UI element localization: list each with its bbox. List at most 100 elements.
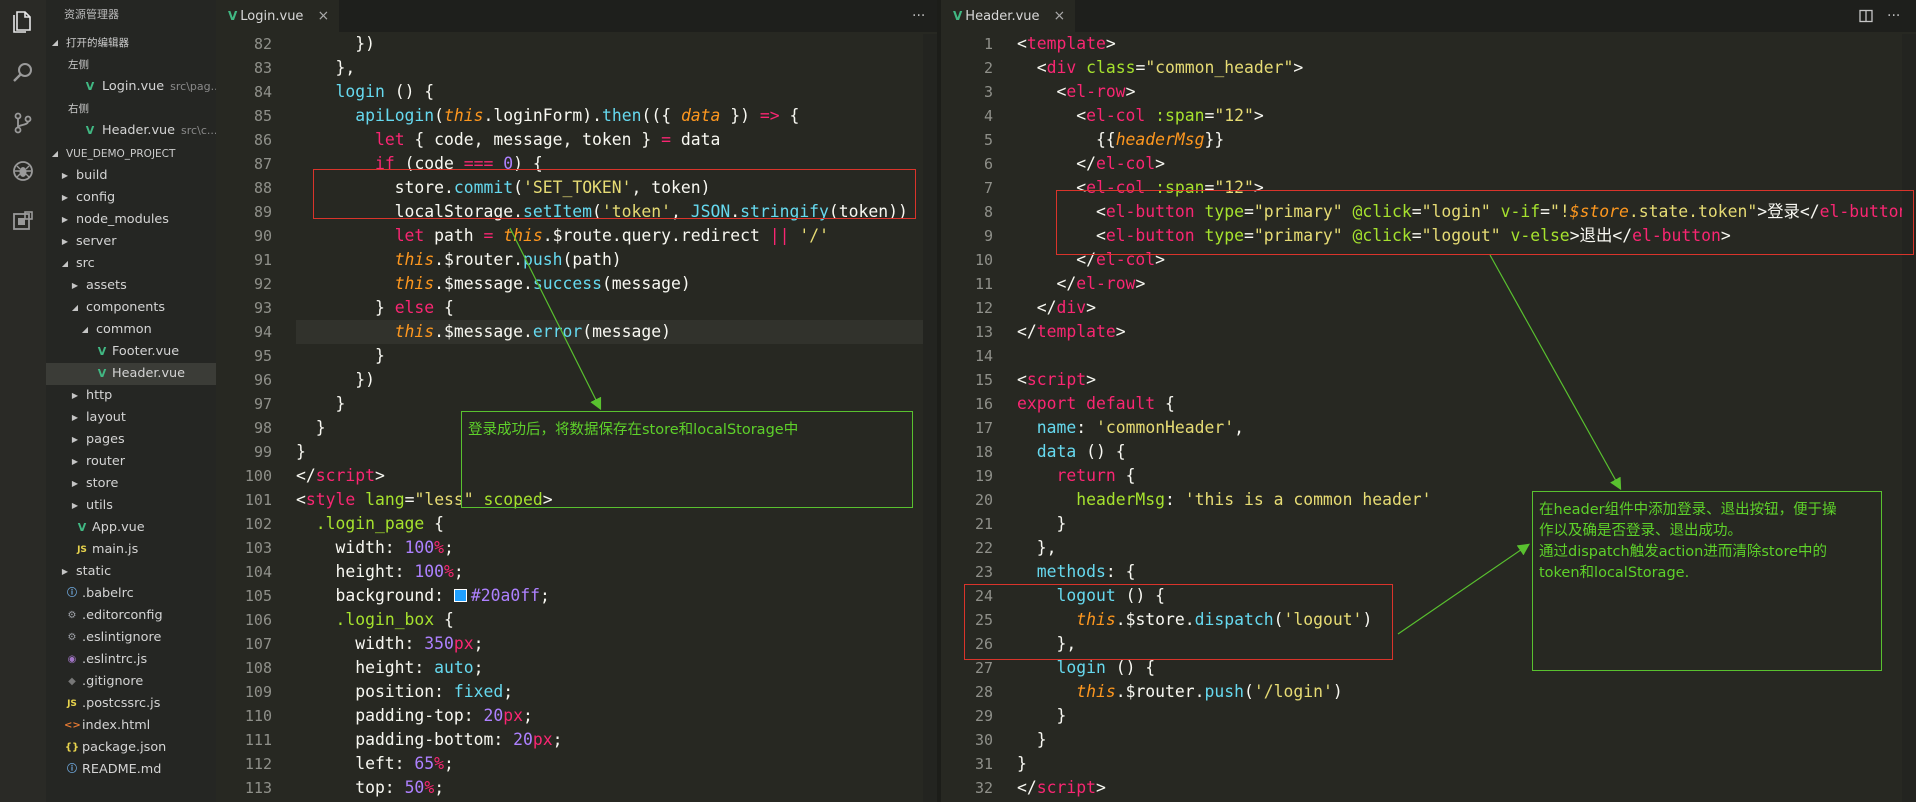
highlight-box-logout-method [964, 584, 1393, 660]
right-code-editor[interactable]: 1 <template> 2 <div class="common_header">… [941, 32, 1916, 802]
close-icon[interactable]: × [317, 8, 329, 24]
code-line: padding-top: 20px; [296, 706, 533, 725]
open-editor-login[interactable]: V Login.vuesrc\pag... [46, 76, 216, 98]
line-number: 102 [244, 515, 272, 533]
code-line: <script> [1017, 370, 1096, 389]
tree-item[interactable]: JS .postcssrc.js [46, 693, 216, 715]
tree-item[interactable]: ▶ layout [46, 407, 216, 429]
line-number: 111 [244, 731, 272, 749]
line-number: 1 [983, 35, 993, 53]
tree-item-label: Header.vue [112, 366, 186, 381]
tree-item[interactable]: ⓘ .babelrc [46, 583, 216, 605]
tree-item[interactable]: {} package.json [46, 737, 216, 759]
code-line: }) [296, 370, 375, 389]
tree-item[interactable]: ◢ common [46, 319, 216, 341]
line-number: 16 [974, 395, 993, 413]
line-number: 95 [253, 347, 272, 365]
more-actions-icon[interactable]: ··· [1887, 0, 1900, 32]
tree-item[interactable]: JS main.js [46, 539, 216, 561]
tree-item[interactable]: ▶ router [46, 451, 216, 473]
line-number: 86 [253, 131, 272, 149]
tree-item[interactable]: ▶ build [46, 165, 216, 187]
search-icon[interactable] [0, 52, 46, 94]
right-scrollbar[interactable] [1902, 34, 1916, 802]
tree-item[interactable]: ▶ http [46, 385, 216, 407]
tree-item[interactable]: ◆ .gitignore [46, 671, 216, 693]
tree-item-label: utils [86, 498, 113, 513]
tree-item[interactable]: ⚙ .eslintignore [46, 627, 216, 649]
explorer-icon[interactable] [0, 0, 46, 42]
tab-login-vue[interactable]: V Login.vue × [216, 0, 340, 32]
vue-file-icon: V [228, 9, 238, 23]
line-number: 23 [974, 563, 993, 581]
code-line: login () { [335, 82, 435, 101]
code-line: <el-col :span="12"> [1017, 106, 1264, 125]
tree-item[interactable]: ▶ node_modules [46, 209, 216, 231]
tree-item[interactable]: ⚙ .editorconfig [46, 605, 216, 627]
code-line: } [1017, 754, 1027, 773]
chevron-down-icon: ◢ [61, 259, 69, 268]
js-file-icon: JS [67, 699, 77, 709]
tree-item[interactable]: <> index.html [46, 715, 216, 737]
tree-item-label: config [76, 190, 116, 205]
code-line: name: 'commonHeader', [1036, 418, 1245, 437]
tree-item[interactable]: ⓘ README.md [46, 759, 216, 781]
line-number: 110 [244, 707, 272, 725]
line-number: 13 [974, 323, 993, 341]
code-line: } [296, 346, 385, 365]
code-line: return { [1056, 466, 1136, 485]
code-line: <div class="common_header"> [1017, 58, 1304, 77]
explorer-sidebar: 资源管理器 ◢ 打开的编辑器 左侧 V Login.vuesrc\pag... … [46, 0, 216, 802]
tree-item-label: .editorconfig [82, 608, 163, 623]
code-line: } [1017, 730, 1047, 749]
code-line: methods: { [1036, 562, 1136, 581]
code-line: padding-bottom: 20px; [296, 730, 563, 749]
tree-item[interactable]: ◢ components [46, 297, 216, 319]
extensions-icon[interactable] [0, 200, 46, 242]
project-section[interactable]: ◢ VUE_DEMO_PROJECT [46, 143, 216, 165]
tree-item[interactable]: ◢ src [46, 253, 216, 275]
code-line: </el-row> [1017, 274, 1146, 293]
split-editor-icon[interactable] [1859, 0, 1873, 32]
html-file-icon: <> [64, 720, 81, 731]
code-line: top: 50%; [296, 778, 445, 797]
tree-item[interactable]: V Header.vue [46, 363, 216, 385]
code-line: position: fixed; [296, 682, 514, 701]
tree-item[interactable]: ▶ static [46, 561, 216, 583]
chevron-right-icon: ▶ [61, 193, 69, 202]
vue-file-icon: V [85, 80, 95, 93]
line-number: 6 [983, 155, 993, 173]
editor-group-left: 左侧 [68, 59, 89, 71]
tree-item[interactable]: ▶ store [46, 473, 216, 495]
code-line: this.$message.error(message) [394, 322, 672, 341]
tree-item-label: main.js [92, 542, 139, 557]
color-swatch [453, 589, 467, 602]
tree-item[interactable]: ▶ utils [46, 495, 216, 517]
chevron-right-icon: ▶ [71, 413, 79, 422]
source-control-icon[interactable] [0, 102, 46, 144]
tree-item[interactable]: ▶ pages [46, 429, 216, 451]
line-number: 83 [253, 59, 272, 77]
tree-item[interactable]: ▶ server [46, 231, 216, 253]
open-editors-section[interactable]: ◢ 打开的编辑器 [46, 32, 216, 54]
tree-item-label: .eslintrc.js [82, 652, 148, 667]
code-line: }, [296, 58, 356, 77]
close-icon[interactable]: × [1054, 8, 1066, 24]
tab-header-vue[interactable]: V Header.vue × [941, 0, 1076, 32]
line-number: 85 [253, 107, 272, 125]
line-number: 103 [244, 539, 272, 557]
tree-item-label: .gitignore [82, 674, 144, 689]
line-number: 31 [974, 755, 993, 773]
left-scrollbar[interactable] [923, 34, 937, 802]
tree-item-label: store [86, 476, 119, 491]
tree-item[interactable]: V App.vue [46, 517, 216, 539]
debug-icon[interactable] [0, 150, 46, 192]
more-actions-icon[interactable]: ··· [912, 0, 925, 32]
tree-item[interactable]: ◉ .eslintrc.js [46, 649, 216, 671]
code-line: } else { [296, 298, 454, 317]
code-line: </el-col> [1017, 154, 1166, 173]
tree-item[interactable]: ▶ config [46, 187, 216, 209]
tree-item[interactable]: ▶ assets [46, 275, 216, 297]
tree-item[interactable]: V Footer.vue [46, 341, 216, 363]
open-editor-header[interactable]: V Header.vue src\c... [46, 120, 216, 142]
